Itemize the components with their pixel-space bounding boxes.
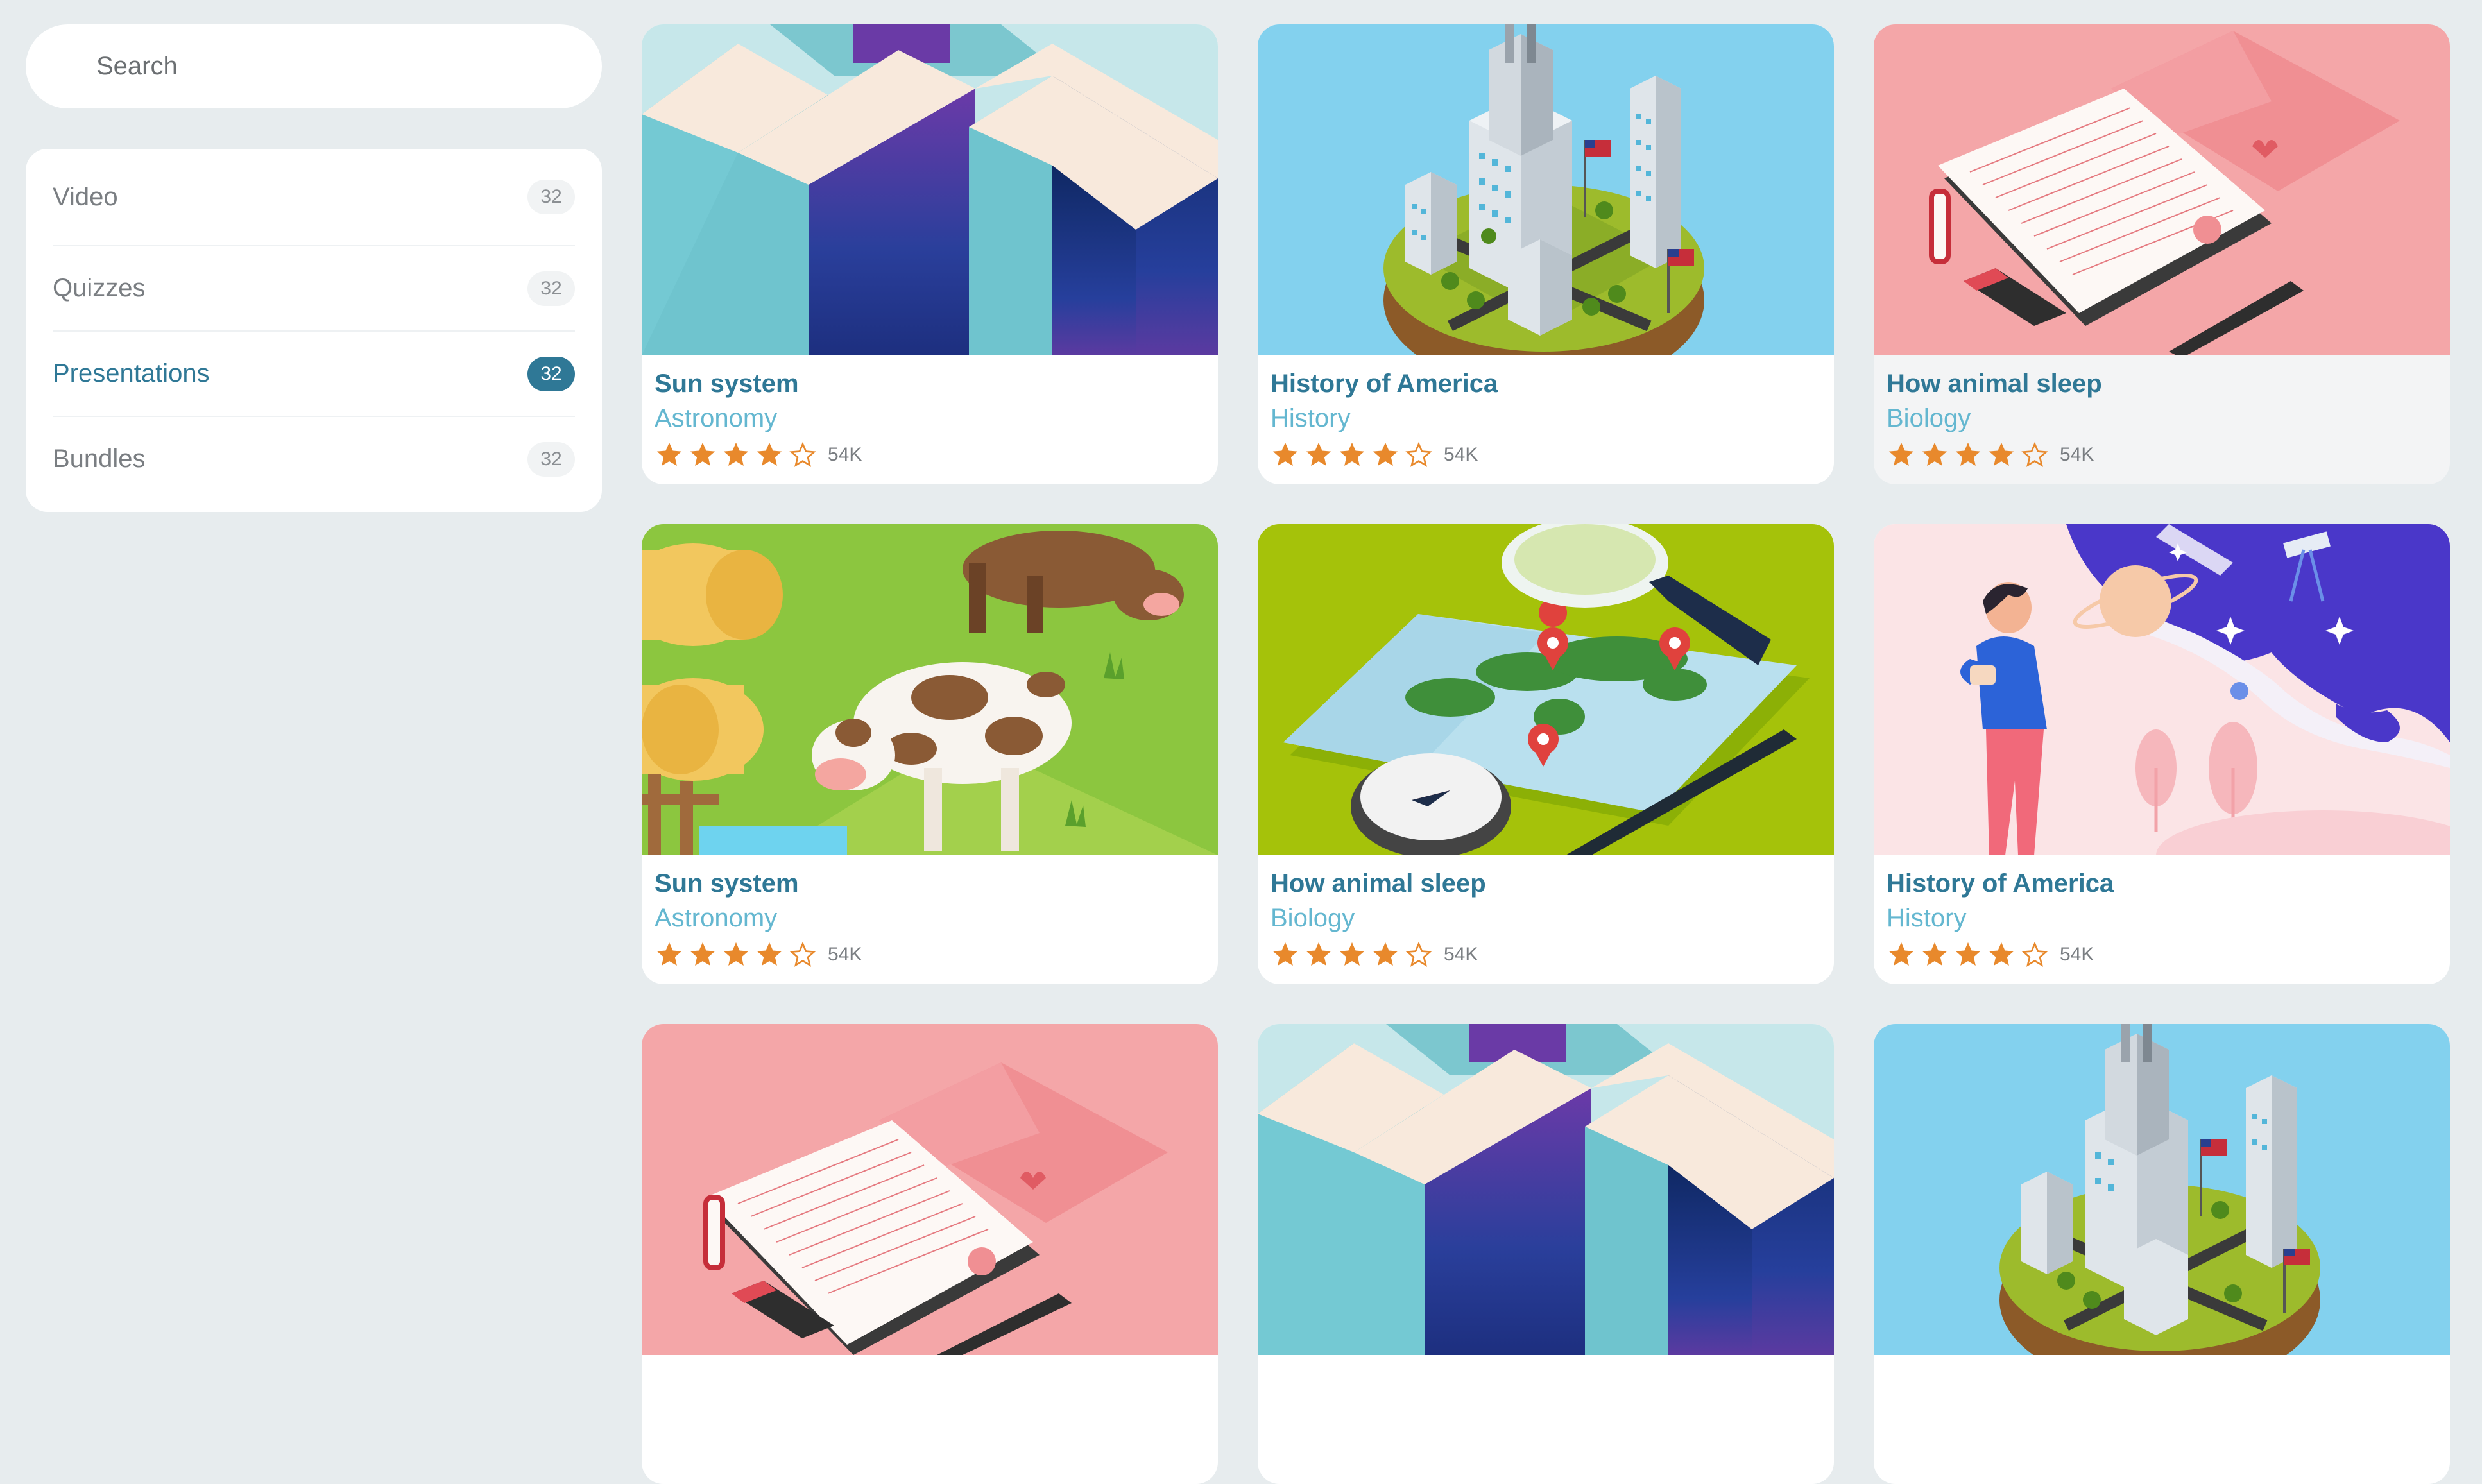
star-empty-icon <box>788 440 817 470</box>
star-rating: 54K <box>1887 939 2094 971</box>
card-title: History of America <box>1887 869 2114 898</box>
card-title: Sun system <box>655 869 799 898</box>
menu-item-video[interactable]: Video 32 <box>53 149 575 245</box>
card-title: How animal sleep <box>1271 869 1486 898</box>
star-empty-icon <box>2020 440 2050 470</box>
count-badge: 32 <box>527 180 575 214</box>
card-subject: Astronomy <box>655 404 778 432</box>
star-filled-icon <box>1271 440 1300 470</box>
card-thumbnail <box>642 524 1218 855</box>
card-thumbnail <box>1258 24 1834 355</box>
star-rating: 54K <box>655 939 862 971</box>
star-rating: 54K <box>1271 439 1478 471</box>
star-filled-icon <box>688 440 717 470</box>
presentation-card[interactable] <box>642 1024 1218 1484</box>
letter-envelope-illustration <box>642 1024 1218 1355</box>
menu-item-presentations[interactable]: Presentations 32 <box>53 330 575 416</box>
card-subject: History <box>1271 404 1351 432</box>
star-filled-icon <box>1920 440 1949 470</box>
star-filled-icon <box>1271 940 1300 969</box>
card-subject: History <box>1887 904 1967 932</box>
star-filled-icon <box>755 940 784 969</box>
category-menu: Video 32 Quizzes 32 Presentations 32 Bun… <box>26 149 602 512</box>
card-title: History of America <box>1271 370 1498 398</box>
star-rating: 54K <box>1271 939 1478 971</box>
person-space-illustration <box>1874 524 2450 855</box>
isometric-blocks-illustration <box>642 24 1218 355</box>
star-rating: 54K <box>1887 439 2094 471</box>
rating-count: 54K <box>2060 444 2094 465</box>
card-thumbnail <box>642 24 1218 355</box>
star-filled-icon <box>655 940 684 969</box>
star-filled-icon <box>1371 440 1400 470</box>
star-filled-icon <box>755 440 784 470</box>
menu-item-label: Quizzes <box>53 274 146 302</box>
menu-item-label: Presentations <box>53 359 210 388</box>
presentation-card[interactable]: How animal sleep Biology 54K <box>1874 24 2450 484</box>
world-map-illustration <box>1258 524 1834 855</box>
star-filled-icon <box>1920 940 1949 969</box>
star-empty-icon <box>2020 940 2050 969</box>
card-thumbnail <box>1874 524 2450 855</box>
card-thumbnail <box>1258 1024 1834 1355</box>
card-subject: Biology <box>1271 904 1355 932</box>
card-title: Sun system <box>655 370 799 398</box>
star-rating: 54K <box>655 439 862 471</box>
count-badge: 32 <box>527 441 575 477</box>
presentation-card[interactable]: Sun system Astronomy 54K <box>642 524 1218 984</box>
star-filled-icon <box>721 940 751 969</box>
menu-item-bundles[interactable]: Bundles 32 <box>53 416 575 501</box>
card-subject: Biology <box>1887 404 1971 432</box>
rating-count: 54K <box>828 444 862 465</box>
letter-envelope-illustration <box>1874 24 2450 355</box>
menu-item-label: Bundles <box>53 445 146 473</box>
presentation-card[interactable]: History of America History 54K <box>1874 524 2450 984</box>
star-filled-icon <box>655 440 684 470</box>
presentation-card[interactable] <box>1258 1024 1834 1484</box>
star-filled-icon <box>721 440 751 470</box>
star-filled-icon <box>1337 940 1367 969</box>
card-title: How animal sleep <box>1887 370 2102 398</box>
count-badge: 32 <box>527 271 575 306</box>
card-thumbnail <box>1258 524 1834 855</box>
star-filled-icon <box>1371 940 1400 969</box>
presentation-card[interactable] <box>1874 1024 2450 1484</box>
presentation-card[interactable]: Sun system Astronomy 54K <box>642 24 1218 484</box>
star-filled-icon <box>1887 440 1916 470</box>
card-thumbnail <box>1874 1024 2450 1355</box>
isometric-blocks-illustration <box>1258 1024 1834 1355</box>
rating-count: 54K <box>1444 444 1478 465</box>
star-empty-icon <box>788 940 817 969</box>
isometric-city-illustration <box>1258 24 1834 355</box>
star-filled-icon <box>1953 440 1983 470</box>
star-filled-icon <box>1887 940 1916 969</box>
star-filled-icon <box>1987 440 2016 470</box>
card-thumbnail <box>1874 24 2450 355</box>
rating-count: 54K <box>1444 944 1478 965</box>
rating-count: 54K <box>828 944 862 965</box>
menu-item-quizzes[interactable]: Quizzes 32 <box>53 245 575 330</box>
star-filled-icon <box>1953 940 1983 969</box>
rating-count: 54K <box>2060 944 2094 965</box>
card-subject: Astronomy <box>655 904 778 932</box>
card-thumbnail <box>642 1024 1218 1355</box>
star-filled-icon <box>1304 940 1333 969</box>
search-input[interactable] <box>96 24 584 108</box>
isometric-city-illustration <box>1874 1024 2450 1355</box>
star-filled-icon <box>1337 440 1367 470</box>
search-box[interactable] <box>26 24 602 108</box>
star-filled-icon <box>688 940 717 969</box>
presentation-card[interactable]: How animal sleep Biology 54K <box>1258 524 1834 984</box>
star-empty-icon <box>1404 440 1434 470</box>
count-badge: 32 <box>527 356 575 391</box>
cows-farm-illustration <box>642 524 1218 855</box>
star-filled-icon <box>1304 440 1333 470</box>
menu-item-label: Video <box>53 182 118 211</box>
presentation-card[interactable]: History of America History 54K <box>1258 24 1834 484</box>
star-filled-icon <box>1987 940 2016 969</box>
star-empty-icon <box>1404 940 1434 969</box>
